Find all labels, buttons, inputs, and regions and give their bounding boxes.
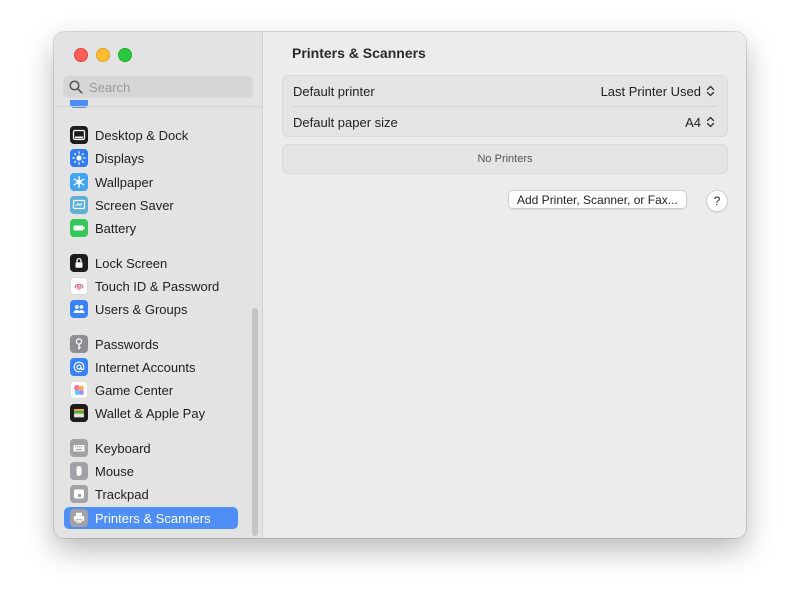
default-paper-size-value: A4 [685, 114, 701, 130]
chevron-up-down-icon [706, 85, 715, 97]
chevron-up-down-icon [706, 116, 715, 128]
battery-icon [70, 219, 88, 237]
sidebar-item-game-center[interactable]: Game Center [64, 379, 238, 401]
screen-saver-icon [70, 196, 88, 214]
key-icon [70, 335, 88, 353]
sidebar-item-internet-accounts[interactable]: Internet Accounts [64, 356, 238, 378]
default-paper-size-popup[interactable]: A4 [685, 115, 715, 130]
printers-list: No Printers [282, 144, 728, 174]
window-controls [74, 48, 132, 62]
default-paper-size-label: Default paper size [293, 114, 398, 130]
sidebar-item-touch-id[interactable]: Touch ID & Password [64, 275, 238, 297]
sidebar-item-wallpaper[interactable]: Wallpaper [64, 171, 238, 193]
sidebar-item-passwords[interactable]: Passwords [64, 333, 238, 355]
sidebar-item-label: Printers & Scanners [95, 510, 211, 526]
minimize-window-button[interactable] [96, 48, 110, 62]
sidebar-item-wallet-apple-pay[interactable]: Wallet & Apple Pay [64, 402, 238, 424]
sidebar-item-label: Wallet & Apple Pay [95, 405, 206, 421]
sidebar-item-keyboard[interactable]: Keyboard [64, 437, 238, 459]
sidebar-item-label: Lock Screen [95, 255, 168, 271]
sidebar-item-label: Touch ID & Password [95, 278, 220, 294]
sidebar-item-label: Battery [95, 220, 137, 236]
dock-icon [70, 126, 88, 144]
sidebar-item-label: Trackpad [95, 486, 149, 502]
wallet-icon [70, 404, 88, 422]
help-button[interactable]: ? [706, 190, 728, 212]
trackpad-icon [70, 485, 88, 503]
users-icon [70, 300, 88, 318]
sidebar-item-label: Passwords [95, 336, 159, 352]
sidebar-scrollbar[interactable] [252, 308, 258, 536]
sidebar-item-label: Users & Groups [95, 301, 188, 317]
sidebar-item-users-groups[interactable]: Users & Groups [64, 298, 238, 320]
sidebar-item-label: Mouse [95, 463, 135, 479]
default-printer-value: Last Printer Used [600, 83, 701, 99]
sidebar-item-label: Screen Saver [95, 197, 174, 213]
sun-icon [70, 149, 88, 167]
sidebar-item-printers-scanners[interactable]: Printers & Scanners [64, 507, 238, 529]
main-content: Printers & Scanners Default printer Last… [263, 32, 746, 538]
search-icon [69, 80, 83, 94]
sidebar-item-mouse[interactable]: Mouse [64, 460, 238, 482]
sidebar-item-label: Desktop & Dock [95, 127, 189, 143]
game-center-icon [70, 381, 88, 399]
empty-state-message: No Printers [477, 153, 533, 165]
sidebar-item-battery[interactable]: Battery [64, 217, 238, 239]
sidebar-item-desktop-dock[interactable]: Desktop & Dock [64, 124, 238, 146]
sidebar-item-screen-saver[interactable]: Screen Saver [64, 194, 238, 216]
default-printer-row: Default printer Last Printer Used [283, 76, 727, 106]
default-paper-size-row: Default paper size A4 [283, 107, 727, 137]
sidebar-item-label: Game Center [95, 382, 174, 398]
sidebar-item-displays[interactable]: Displays [64, 147, 238, 169]
sidebar-item-trackpad[interactable]: Trackpad [64, 483, 238, 505]
default-printer-popup[interactable]: Last Printer Used [601, 84, 715, 99]
sidebar: Desktop & Dock Displays Wallpaper Screen… [54, 32, 263, 538]
at-icon [70, 358, 88, 376]
sidebar-item-label: Keyboard [95, 440, 151, 456]
keyboard-icon [70, 439, 88, 457]
search-field[interactable] [63, 76, 253, 98]
sidebar-item-label: Wallpaper [95, 174, 154, 190]
snowflake-icon [70, 173, 88, 191]
search-input[interactable] [89, 79, 239, 95]
default-printer-label: Default printer [293, 83, 375, 99]
settings-window: Desktop & Dock Displays Wallpaper Screen… [54, 32, 746, 538]
sidebar-item-label: Internet Accounts [95, 359, 196, 375]
sidebar-item-lock-screen[interactable]: Lock Screen [64, 252, 238, 274]
sidebar-divider [54, 106, 262, 107]
printer-icon [70, 509, 88, 527]
sidebar-item-label: Displays [95, 150, 145, 166]
lock-icon [70, 254, 88, 272]
zoom-window-button[interactable] [118, 48, 132, 62]
close-window-button[interactable] [74, 48, 88, 62]
page-title: Printers & Scanners [292, 45, 426, 61]
printer-settings-group: Default printer Last Printer Used Defaul… [282, 75, 728, 137]
mouse-icon [70, 462, 88, 480]
fingerprint-icon [70, 277, 88, 295]
add-printer-button[interactable]: Add Printer, Scanner, or Fax... [508, 190, 687, 209]
